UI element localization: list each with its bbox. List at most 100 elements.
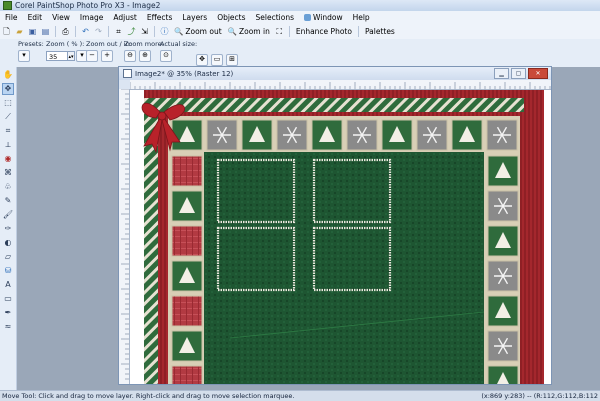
zoom-out-icon: 🔍 [174,27,184,36]
selection-tool-icon[interactable]: ⬚ [2,97,14,109]
close-icon[interactable]: ✕ [528,68,548,79]
warp-brush-icon[interactable]: ≈ [2,321,14,333]
menu-view[interactable]: View [47,13,75,22]
menu-file[interactable]: File [0,13,23,22]
zoom-out-label: Zoom out [185,27,222,36]
open-folder-icon[interactable]: ▰ [14,26,25,37]
fit-group: ✥ ▭ ⊞ [196,52,241,66]
center-green-panel [204,152,484,384]
menu-effects[interactable]: Effects [142,13,178,22]
redo-icon[interactable]: ↷ [93,26,104,37]
toolbar-divider [55,26,56,37]
zoom-more-out-icon[interactable]: ⊖ [124,50,136,62]
shape-tool-icon[interactable]: ▭ [2,293,14,305]
move-tool-icon[interactable]: ✥ [2,83,14,95]
zoom-in-small-icon[interactable]: + [101,50,113,62]
paint-brush-icon[interactable]: 🖌 [2,209,14,221]
document-title-bar[interactable]: Image2* @ 35% (Raster 12) ▁ ▢ ✕ [119,67,551,80]
snowflake-tile [487,260,519,292]
menu-objects[interactable]: Objects [212,13,250,22]
crop-tool-icon[interactable]: ⌗ [2,125,14,137]
zoom-out-small-icon[interactable]: − [86,50,98,62]
menu-help[interactable]: Help [348,13,375,22]
menu-image[interactable]: Image [75,13,109,22]
red-eye-tool-icon[interactable]: ◉ [2,153,14,165]
airbrush-icon[interactable]: ✑ [2,223,14,235]
snowflake-tile [487,190,519,222]
tree-tile [487,365,519,384]
tree-tile [487,155,519,187]
menu-bar: File Edit View Image Adjust Effects Laye… [0,11,600,25]
zoom-more-in-icon[interactable]: ⊕ [139,50,151,62]
plaid-tile [171,155,203,187]
zoom-percent-label: Zoom ( % ): [46,40,85,48]
app-title: Corel PaintShop Photo Pro X3 - Image2 [15,1,161,10]
actual-size-icon[interactable]: ⊙ [160,50,172,62]
resize-icon[interactable]: ⇲ [139,26,150,37]
document-icon [123,69,132,78]
zoom-in-button[interactable]: 🔍 Zoom in [225,27,273,36]
tree-tile [487,225,519,257]
clone-tool-icon[interactable]: ♧ [2,181,14,193]
eraser-icon[interactable]: ▱ [2,251,14,263]
tree-tile [171,260,203,292]
snowflake-tile [276,119,308,151]
zoom-in-label: Zoom in [238,27,270,36]
presets-dropdown[interactable]: ▾ [18,50,30,62]
print-icon[interactable]: ⎙ [60,26,71,37]
pan-tool-icon[interactable]: ✋ [2,69,14,81]
straighten-icon[interactable]: ⤴ [126,26,137,37]
menu-window[interactable]: Window [299,13,348,22]
full-screen-icon[interactable]: ⛶ [274,26,285,37]
dropper-tool-icon[interactable]: ⟋ [2,111,14,123]
image-canvas[interactable] [130,90,551,384]
enhance-photo-button[interactable]: Enhance Photo [293,27,355,36]
tool-options-bar: Presets: ▾ Zoom ( % ): 35 ▴▾ ▾ Zoom out … [0,39,600,68]
tree-tile [451,119,483,151]
vertical-ruler [119,89,130,384]
crop-icon[interactable]: ⌗ [113,26,124,37]
menu-adjust[interactable]: Adjust [108,13,141,22]
toolbar-divider [357,26,359,37]
text-tool-icon[interactable]: A [2,279,14,291]
tree-tile [171,119,203,151]
horizontal-ruler-ticks [130,82,551,89]
menu-layers[interactable]: Layers [177,13,212,22]
snowflake-tile [486,119,518,151]
menu-selections[interactable]: Selections [251,13,299,22]
standard-toolbar: 🗋 ▰ ▣ ▤ ⎙ ↶ ↷ ⌗ ⤴ ⇲ ⓘ 🔍 Zoom out 🔍 Zoom … [0,24,600,40]
plaid-tile [171,365,203,384]
christmas-scrapbook-image [130,90,551,384]
menu-edit[interactable]: Edit [23,13,48,22]
minimize-icon[interactable]: ▁ [494,68,509,79]
snowflake-tile [416,119,448,151]
fit-window-icon[interactable]: ✥ [196,54,208,66]
fit-image-icon[interactable]: ▭ [211,54,223,66]
zoom-out-button[interactable]: 🔍 Zoom out [171,27,225,36]
app-title-bar: Corel PaintShop Photo Pro X3 - Image2 [0,0,600,11]
save-icon[interactable]: ▣ [27,26,38,37]
tree-tile [381,119,413,151]
save-as-icon[interactable]: ▤ [40,26,51,37]
vertical-ruler-ticks [121,89,129,380]
document-title: Image2* @ 35% (Raster 12) [135,69,234,78]
fit-screen-icon[interactable]: ⊞ [226,54,238,66]
undo-icon[interactable]: ↶ [80,26,91,37]
maximize-icon[interactable]: ▢ [511,68,526,79]
palettes-button[interactable]: Palettes [362,27,398,36]
flood-fill-icon[interactable]: ⛁ [2,265,14,277]
scratch-remover-icon[interactable]: ✎ [2,195,14,207]
makeover-tool-icon[interactable]: ⌘ [2,167,14,179]
zoom-percent-input[interactable]: 35 [46,51,68,61]
toolbar-divider [108,26,109,37]
tree-tile [171,330,203,362]
lighten-darken-icon[interactable]: ◐ [2,237,14,249]
straighten-tool-icon[interactable]: ⟂ [2,139,14,151]
pen-tool-icon[interactable]: ✒ [2,307,14,319]
image-info-icon[interactable]: ⓘ [159,26,170,37]
zoom-spinner[interactable]: ▴▾ [68,51,75,61]
new-file-icon[interactable]: 🗋 [1,26,12,37]
snowflake-tile [346,119,378,151]
plaid-tile [171,225,203,257]
toolbar-divider [154,26,155,37]
